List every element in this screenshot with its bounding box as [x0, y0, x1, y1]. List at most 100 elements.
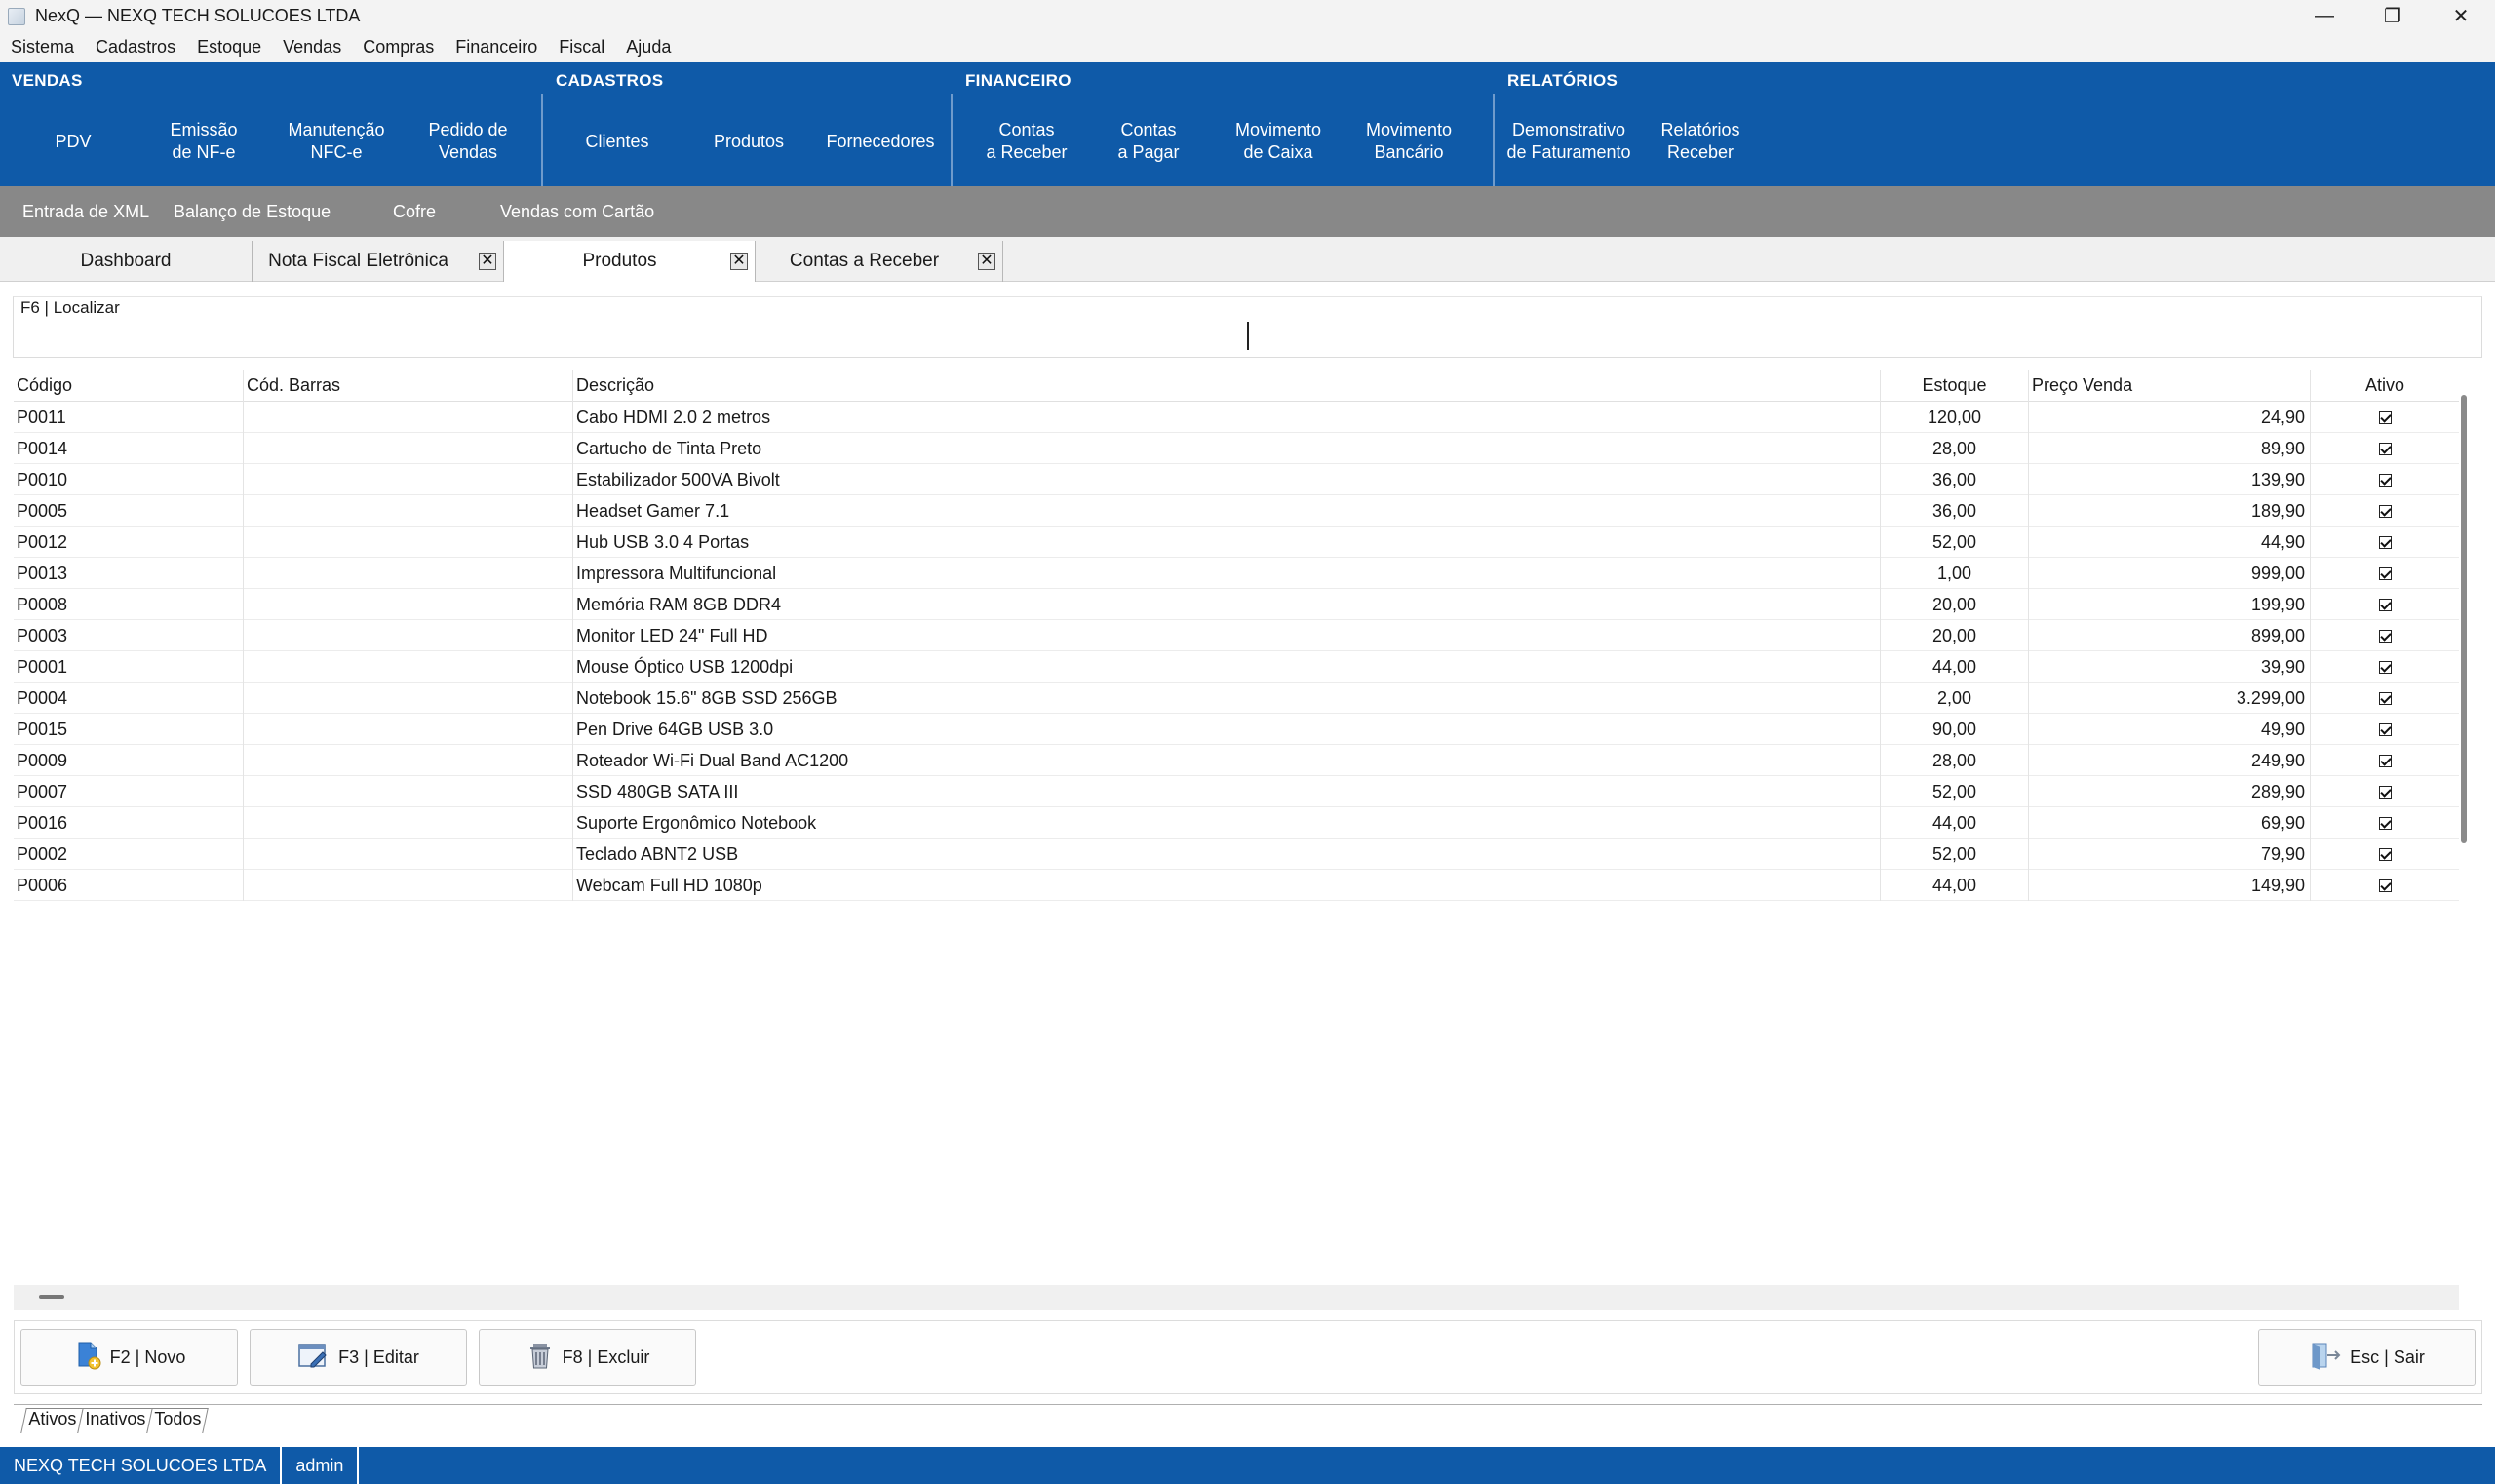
ribbon-manutencao-nfce-button[interactable]: Manutenção NFC-e — [273, 113, 400, 170]
cell-ativo — [2311, 776, 2459, 807]
cell-barras — [244, 433, 573, 464]
ribbon-clientes-button[interactable]: Clientes — [564, 113, 671, 170]
close-icon[interactable]: ✕ — [479, 253, 496, 270]
column-header-cod-barras[interactable]: Cód. Barras — [244, 370, 573, 402]
ribbon-movimento-caixa-button[interactable]: Movimento de Caixa — [1215, 113, 1342, 170]
cell-descricao: Memória RAM 8GB DDR4 — [573, 589, 1881, 620]
vendas-cartao-button[interactable]: Vendas com Cartão — [500, 202, 654, 222]
table-row[interactable]: P0011 Cabo HDMI 2.0 2 metros 120,00 24,90 — [14, 402, 2459, 433]
column-header-preco-venda[interactable]: Preço Venda — [2029, 370, 2311, 402]
active-checkbox[interactable] — [2378, 473, 2392, 487]
active-checkbox[interactable] — [2378, 535, 2392, 549]
active-checkbox[interactable] — [2378, 504, 2392, 518]
sair-button[interactable]: Esc | Sair — [2258, 1329, 2476, 1386]
table-row[interactable]: P0002 Teclado ABNT2 USB 52,00 79,90 — [14, 839, 2459, 870]
active-checkbox[interactable] — [2378, 816, 2392, 830]
cell-codigo: P0009 — [14, 745, 244, 776]
table-row[interactable]: P0009 Roteador Wi-Fi Dual Band AC1200 28,0… — [14, 745, 2459, 776]
ribbon-pedido-vendas-button[interactable]: Pedido de Vendas — [409, 113, 526, 170]
menu-bar: Sistema Cadastros Estoque Vendas Compras… — [0, 32, 2495, 62]
table-row[interactable]: P0015 Pen Drive 64GB USB 3.0 90,00 49,90 — [14, 714, 2459, 745]
filter-tabs: Ativos Inativos Todos — [14, 1402, 209, 1433]
table-row[interactable]: P0007 SSD 480GB SATA III 52,00 289,90 — [14, 776, 2459, 807]
cell-descricao: Notebook 15.6" 8GB SSD 256GB — [573, 683, 1881, 714]
menu-sistema[interactable]: Sistema — [11, 37, 74, 58]
column-header-ativo[interactable]: Ativo — [2311, 370, 2459, 402]
table-row[interactable]: P0005 Headset Gamer 7.1 36,00 189,90 — [14, 495, 2459, 527]
menu-vendas[interactable]: Vendas — [283, 37, 341, 58]
menu-cadastros[interactable]: Cadastros — [96, 37, 175, 58]
menu-estoque[interactable]: Estoque — [197, 37, 261, 58]
balanco-estoque-button[interactable]: Balanço de Estoque — [174, 202, 331, 222]
cell-preco: 249,90 — [2029, 745, 2311, 776]
novo-button[interactable]: F2 | Novo — [20, 1329, 238, 1386]
cell-ativo — [2311, 527, 2459, 558]
active-checkbox[interactable] — [2378, 410, 2392, 424]
minimize-button[interactable]: — — [2290, 0, 2359, 32]
column-header-estoque[interactable]: Estoque — [1881, 370, 2029, 402]
active-checkbox[interactable] — [2378, 879, 2392, 892]
ribbon-pdv-button[interactable]: PDV — [19, 113, 127, 170]
cell-preco: 289,90 — [2029, 776, 2311, 807]
table-row[interactable]: P0016 Suporte Ergonômico Notebook 44,00 69,… — [14, 807, 2459, 839]
entrada-xml-button[interactable]: Entrada de XML — [22, 202, 149, 222]
tab-label: Contas a Receber — [789, 251, 940, 271]
close-icon[interactable]: ✕ — [978, 253, 995, 270]
table-row[interactable]: P0006 Webcam Full HD 1080p 44,00 149,90 — [14, 870, 2459, 901]
filter-tab-todos[interactable]: Todos — [146, 1408, 209, 1433]
vertical-scrollbar[interactable] — [2461, 395, 2467, 843]
ribbon-contas-pagar-button[interactable]: Contas a Pagar — [1090, 113, 1207, 170]
ribbon-demonstrativo-faturamento-button[interactable]: Demonstrativo de Faturamento — [1496, 113, 1642, 170]
ribbon-fornecedores-button[interactable]: Fornecedores — [817, 113, 944, 170]
active-checkbox[interactable] — [2378, 660, 2392, 674]
close-icon[interactable]: ✕ — [730, 253, 748, 270]
close-window-button[interactable]: ✕ — [2427, 0, 2495, 32]
table-row[interactable]: P0001 Mouse Óptico USB 1200dpi 44,00 39,90 — [14, 651, 2459, 683]
active-checkbox[interactable] — [2378, 785, 2392, 799]
ribbon-group-relatorios: RELATÓRIOS Demonstrativo de Faturamento … — [1496, 62, 1788, 186]
table-row[interactable]: P0008 Memória RAM 8GB DDR4 20,00 199,90 — [14, 589, 2459, 620]
tab-nota-fiscal[interactable]: Nota Fiscal Eletrônica ✕ — [253, 241, 504, 282]
cell-ativo — [2311, 870, 2459, 901]
menu-financeiro[interactable]: Financeiro — [455, 37, 537, 58]
tab-produtos[interactable]: Produtos ✕ — [504, 241, 756, 282]
cell-preco: 69,90 — [2029, 807, 2311, 839]
table-row[interactable]: P0004 Notebook 15.6" 8GB SSD 256GB 2,00 3.2… — [14, 683, 2459, 714]
table-row[interactable]: P0014 Cartucho de Tinta Preto 28,00 89,90 — [14, 433, 2459, 464]
excluir-button[interactable]: F8 | Excluir — [479, 1329, 696, 1386]
cell-estoque: 52,00 — [1881, 839, 2029, 870]
cell-ativo — [2311, 495, 2459, 527]
table-row[interactable]: P0013 Impressora Multifuncional 1,00 999,00 — [14, 558, 2459, 589]
table-row[interactable]: P0012 Hub USB 3.0 4 Portas 52,00 44,90 — [14, 527, 2459, 558]
active-checkbox[interactable] — [2378, 754, 2392, 767]
menu-compras[interactable]: Compras — [363, 37, 434, 58]
restore-button[interactable]: ❐ — [2359, 0, 2427, 32]
ribbon-emissao-nfe-button[interactable]: Emissão de NF-e — [146, 113, 261, 170]
ribbon-contas-receber-button[interactable]: Contas a Receber — [954, 113, 1100, 170]
horizontal-scrollbar[interactable] — [39, 1295, 64, 1299]
cofre-button[interactable]: Cofre — [393, 202, 436, 222]
active-checkbox[interactable] — [2378, 598, 2392, 611]
ribbon-movimento-bancario-button[interactable]: Movimento Bancário — [1345, 113, 1472, 170]
active-checkbox[interactable] — [2378, 691, 2392, 705]
tab-dashboard[interactable]: Dashboard — [0, 241, 253, 282]
column-header-descricao[interactable]: Descrição — [573, 370, 1881, 402]
active-checkbox[interactable] — [2378, 847, 2392, 861]
active-checkbox[interactable] — [2378, 629, 2392, 643]
menu-ajuda[interactable]: Ajuda — [626, 37, 671, 58]
cell-codigo: P0002 — [14, 839, 244, 870]
table-row[interactable]: P0010 Estabilizador 500VA Bivolt 36,00 139,… — [14, 464, 2459, 495]
filter-tab-inativos[interactable]: Inativos — [77, 1408, 153, 1433]
tab-label: Dashboard — [80, 251, 172, 271]
active-checkbox[interactable] — [2378, 566, 2392, 580]
active-checkbox[interactable] — [2378, 722, 2392, 736]
editar-button[interactable]: F3 | Editar — [250, 1329, 467, 1386]
active-checkbox[interactable] — [2378, 442, 2392, 455]
table-row[interactable]: P0003 Monitor LED 24" Full HD 20,00 899,00 — [14, 620, 2459, 651]
tab-contas-receber[interactable]: Contas a Receber ✕ — [756, 241, 1003, 282]
ribbon-produtos-button[interactable]: Produtos — [690, 113, 807, 170]
ribbon-relatorios-receber-button[interactable]: Relatórios Receber — [1642, 113, 1759, 170]
filter-tab-ativos[interactable]: Ativos — [20, 1408, 84, 1433]
column-header-codigo[interactable]: Código — [14, 370, 244, 402]
menu-fiscal[interactable]: Fiscal — [559, 37, 604, 58]
